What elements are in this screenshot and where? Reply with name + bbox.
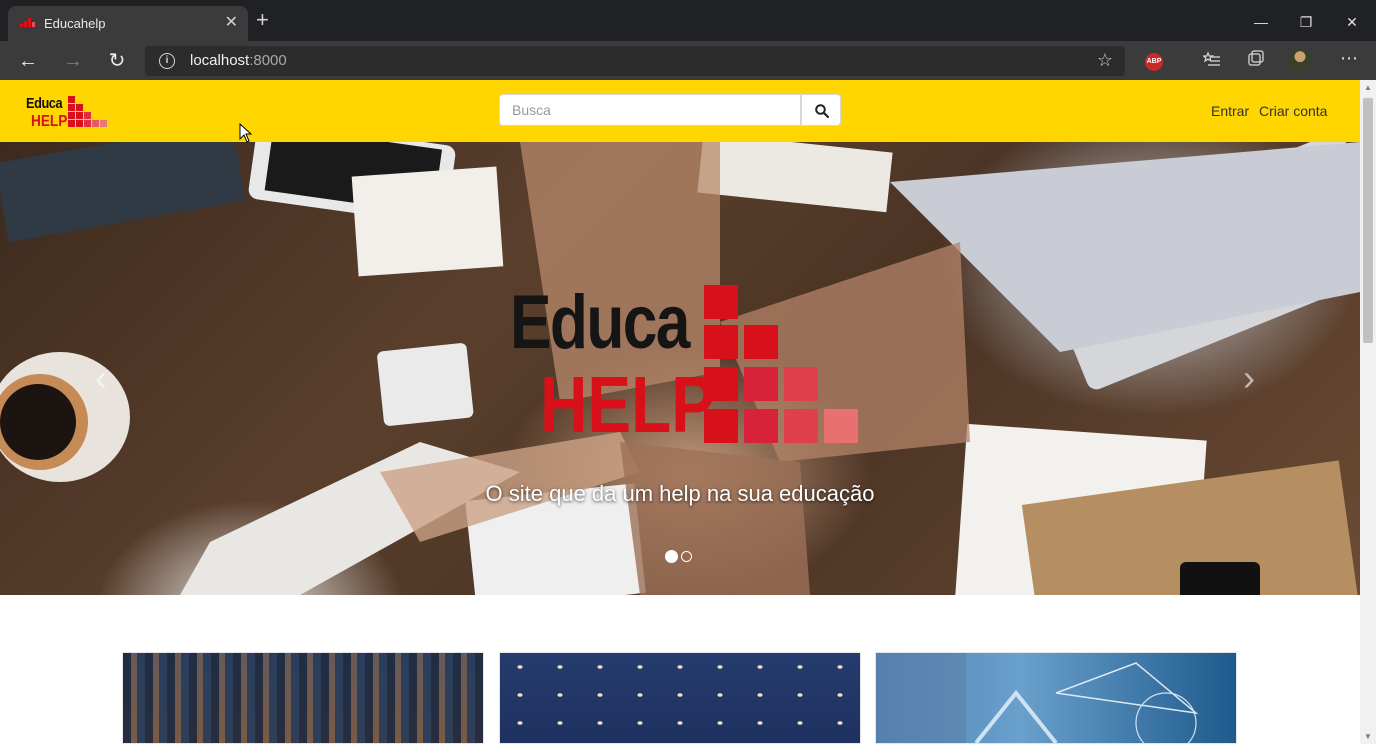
logo-text-help: HELP xyxy=(31,113,68,130)
carousel-indicator-active[interactable] xyxy=(665,550,678,563)
site-logo[interactable]: Educa HELP xyxy=(26,94,112,134)
search-button[interactable] xyxy=(801,94,841,126)
favorites-list-icon[interactable] xyxy=(1203,50,1221,68)
restore-icon[interactable]: ❐ xyxy=(1294,10,1318,34)
site-favicon-icon xyxy=(20,18,35,27)
scroll-down-icon[interactable]: ▼ xyxy=(1364,732,1372,741)
hero-logo-text-help: HELP xyxy=(540,360,715,449)
profile-avatar[interactable] xyxy=(1289,49,1311,71)
logo-text-educa: Educa xyxy=(26,95,63,112)
hero-logo-bars-icon xyxy=(704,285,858,443)
address-bar[interactable]: i localhost:8000 ☆ xyxy=(145,46,1125,76)
browser-toolbar: ← → ↻ i localhost:8000 ☆ ABP ⋯ xyxy=(0,41,1376,81)
site-info-icon[interactable]: i xyxy=(159,53,175,69)
carousel-prev-icon[interactable]: ‹ xyxy=(95,360,107,396)
url-text: localhost:8000 xyxy=(190,52,287,69)
collections-icon[interactable] xyxy=(1247,50,1265,68)
reload-icon[interactable]: ↻ xyxy=(105,49,129,73)
signup-link[interactable]: Criar conta xyxy=(1259,103,1327,119)
carousel-indicator[interactable] xyxy=(681,551,692,562)
card-flag-image[interactable] xyxy=(499,652,861,744)
hero-logo-text-educa: Educa xyxy=(510,280,690,365)
search-input[interactable] xyxy=(499,94,801,126)
hero-logo: Educa HELP xyxy=(510,285,870,445)
tab-title: Educahelp xyxy=(44,16,106,31)
search-icon xyxy=(815,104,829,118)
login-link[interactable]: Entrar xyxy=(1211,103,1249,119)
math-diagram-decor xyxy=(876,653,1199,743)
browser-tab[interactable]: Educahelp ✕ xyxy=(8,6,248,41)
site-header: Educa HELP Entrar Criar conta xyxy=(0,80,1360,142)
back-arrow-icon[interactable]: ← xyxy=(16,49,40,73)
favorite-star-icon[interactable]: ☆ xyxy=(1097,50,1113,71)
page-scrollbar[interactable]: ▲ ▼ xyxy=(1360,80,1376,744)
carousel-next-icon[interactable]: › xyxy=(1243,360,1255,396)
mouse-cursor-icon xyxy=(239,123,253,143)
hero-caption: O site que da um help na sua educação xyxy=(485,481,875,506)
forward-arrow-icon[interactable]: → xyxy=(61,49,85,73)
hero-carousel: Educa HELP O site que da um help na sua … xyxy=(0,142,1360,595)
logo-bars-icon xyxy=(68,96,107,127)
scrollbar-thumb[interactable] xyxy=(1363,98,1373,343)
card-math-image[interactable] xyxy=(875,652,1237,744)
search-form xyxy=(499,94,841,128)
card-electronics-image[interactable] xyxy=(122,652,484,744)
minimize-icon[interactable]: — xyxy=(1249,10,1273,34)
window-close-icon[interactable]: ✕ xyxy=(1340,10,1364,34)
scroll-up-icon[interactable]: ▲ xyxy=(1364,83,1372,92)
adblock-extension-icon[interactable]: ABP xyxy=(1145,53,1163,71)
new-tab-icon[interactable]: + xyxy=(256,9,269,31)
tab-close-icon[interactable]: ✕ xyxy=(225,12,238,32)
browser-tab-bar: Educahelp ✕ + — ❐ ✕ xyxy=(0,0,1376,41)
more-menu-icon[interactable]: ⋯ xyxy=(1340,48,1358,69)
